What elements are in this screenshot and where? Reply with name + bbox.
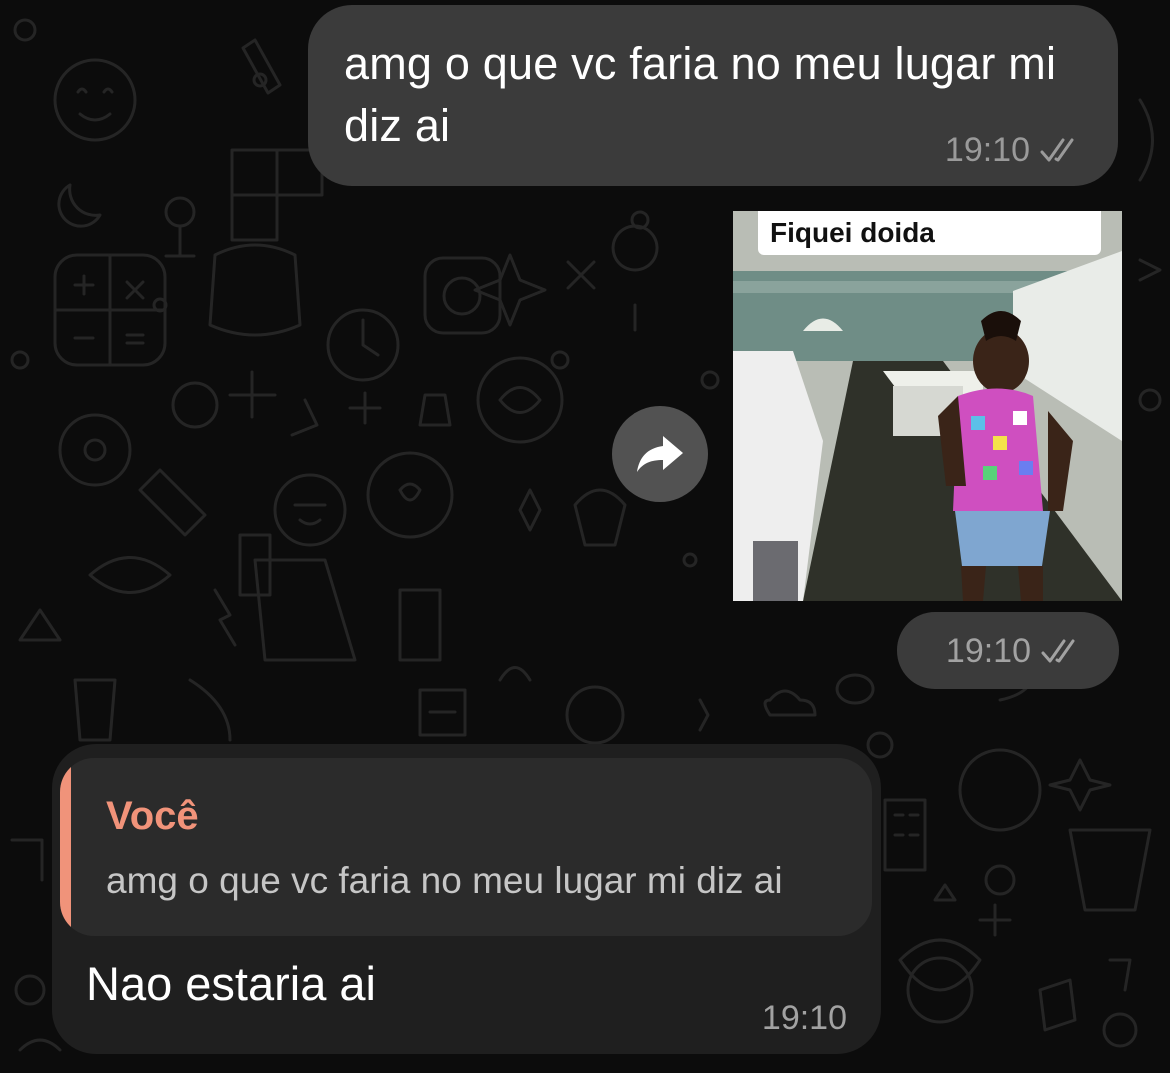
double-check-icon	[1040, 138, 1074, 161]
message-meta: 19:10	[762, 999, 847, 1038]
double-check-icon	[1041, 639, 1075, 662]
media-timestamp-pill: 19:10	[897, 612, 1119, 689]
reply-quote-author: Você	[106, 794, 199, 838]
reply-quote-text: amg o que vc faria no meu lugar mi diz a…	[106, 860, 783, 901]
message-time: 19:10	[761, 999, 847, 1037]
message-meta: 19:10	[946, 632, 1087, 671]
message-meta: 19:10	[945, 131, 1086, 170]
message-time: 19:10	[944, 131, 1030, 169]
forward-button[interactable]	[612, 406, 708, 502]
video-caption-overlay: Fiquei doida	[758, 211, 1101, 255]
forward-icon	[637, 436, 683, 472]
message-time: 19:10	[945, 632, 1031, 670]
video-frame	[733, 211, 1122, 601]
reply-quote[interactable]: Você amg o que vc faria no meu lugar mi …	[60, 758, 872, 936]
reply-quote-accent-bar	[60, 758, 71, 936]
incoming-message[interactable]: Você amg o que vc faria no meu lugar mi …	[52, 744, 881, 1054]
outgoing-message[interactable]: amg o que vc faria no meu lugar mi diz a…	[308, 5, 1118, 186]
message-text: Nao estaria ai	[86, 957, 376, 1010]
video-thumbnail[interactable]: Fiquei doida	[733, 211, 1122, 601]
